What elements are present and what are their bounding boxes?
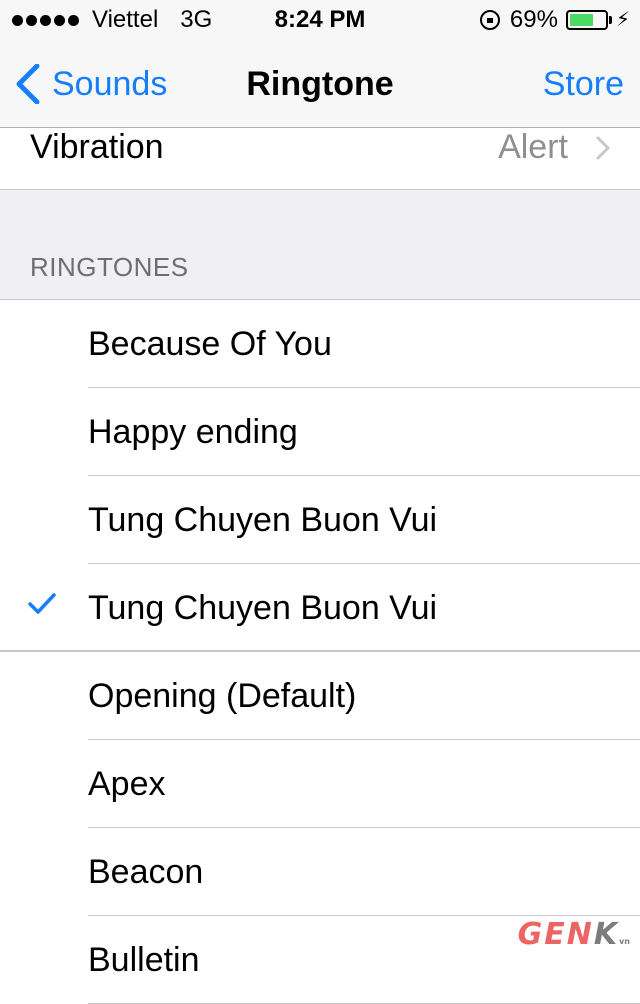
watermark-text-b: K [593, 917, 620, 952]
ringtone-row[interactable]: Because Of You [0, 300, 640, 388]
ringtone-row[interactable]: Tung Chuyen Buon Vui [0, 564, 640, 652]
charging-bolt-icon: ⚡ [615, 9, 630, 31]
vibration-row[interactable]: Vibration Alert [0, 128, 640, 190]
ringtone-row[interactable]: Beacon [0, 828, 640, 916]
vibration-value: Alert [498, 128, 568, 166]
watermark-suffix: vn [619, 937, 630, 946]
navigation-bar: Sounds Ringtone Store [0, 40, 640, 128]
section-header-label: RINGTONES [30, 252, 189, 282]
ringtone-row[interactable]: Tung Chuyen Buon Vui [0, 476, 640, 564]
orientation-lock-icon [479, 10, 500, 30]
status-bar: Viettel 3G 8:24 PM 69% ⚡ [0, 0, 640, 40]
ringtone-label: Apex [88, 765, 166, 803]
battery-percent: 69% [509, 6, 558, 33]
checkmark-icon [28, 593, 56, 614]
ringtone-label: Happy ending [88, 413, 298, 451]
ringtone-label: Because Of You [88, 325, 332, 363]
store-button[interactable]: Store [543, 40, 624, 128]
ringtone-label: Tung Chuyen Buon Vui [88, 589, 438, 627]
chevron-right-icon [596, 136, 610, 160]
back-button-label: Sounds [52, 64, 168, 103]
status-right: 69% ⚡ [479, 0, 630, 40]
battery-icon [565, 10, 608, 30]
ringtone-label: Bulletin [88, 941, 200, 979]
watermark-text-a: GEN [517, 917, 594, 952]
ringtone-row[interactable]: Happy ending [0, 388, 640, 476]
genk-watermark-logo: GENKvn [518, 917, 630, 952]
ringtone-label: Tung Chuyen Buon Vui [88, 501, 438, 539]
ringtones-section-header: RINGTONES [0, 190, 640, 300]
vibration-label: Vibration [30, 128, 164, 166]
ringtone-row[interactable]: Apex [0, 740, 640, 828]
battery-level-fill [569, 14, 594, 26]
ringtone-label: Beacon [88, 853, 204, 891]
ringtone-label: Opening (Default) [88, 677, 357, 715]
back-button[interactable]: Sounds [16, 40, 167, 128]
chevron-left-icon [16, 64, 40, 104]
ringtone-row[interactable]: Opening (Default) [0, 652, 640, 740]
battery-tip [608, 16, 612, 24]
ringtone-list: Because Of You Happy ending Tung Chuyen Bu… [0, 300, 640, 1004]
